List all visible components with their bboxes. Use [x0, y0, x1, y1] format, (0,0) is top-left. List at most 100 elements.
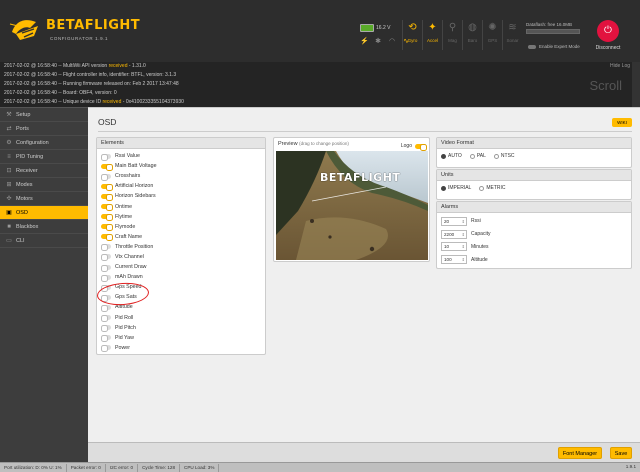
element-toggle[interactable] [101, 204, 113, 212]
page-title: OSD [98, 117, 117, 127]
radio-ntsc[interactable]: NTSC [493, 153, 515, 159]
element-label: Vtx Channel [115, 253, 144, 260]
radio-button[interactable] [469, 153, 475, 159]
radio-metric[interactable]: METRIC [479, 185, 506, 191]
element-toggle[interactable] [101, 163, 113, 171]
element-toggle[interactable] [101, 153, 111, 161]
log-text: 2017-02-02 @ 16:58:40 -- Flight controll… [4, 72, 177, 78]
sidebar-item-osd[interactable]: ▣ OSD [0, 206, 88, 220]
font-manager-button[interactable]: Font Manager [558, 447, 602, 459]
sidebar-item-ports[interactable]: ⇄ Ports [0, 122, 88, 136]
element-vtx-channel[interactable]: Vtx Channel [97, 252, 265, 262]
radio-button[interactable] [441, 185, 446, 191]
hide-log-link[interactable]: Hide Log [610, 63, 630, 69]
element-toggle[interactable] [101, 244, 111, 252]
element-label: Power [115, 344, 131, 351]
log-line: 2017-02-02 @ 16:58:40 -- MultiWii API ve… [0, 62, 632, 71]
element-rssi-value[interactable]: Rssi Value [97, 151, 265, 161]
main-content: OSD WIKI Elements Rssi Value Main Batt V… [88, 107, 640, 442]
disconnect-button[interactable]: ⏻ Disconnect [590, 20, 626, 56]
sidebar-item-setup[interactable]: ⚒ Setup [0, 108, 88, 122]
element-pid-pitch[interactable]: Pid Pitch [97, 323, 265, 333]
mag-icon: ⚲ [448, 22, 457, 33]
alarm-altitude-input[interactable]: 100 [441, 255, 467, 265]
radio-button[interactable] [441, 153, 446, 159]
sidebar-item-label: PID Tuning [16, 153, 44, 160]
alarm-capacity-input[interactable]: 2200 [441, 229, 467, 239]
radio-imperial[interactable]: IMPERIAL [441, 185, 471, 191]
wifi-icon: ◠ [388, 38, 396, 45]
radio-button[interactable] [479, 185, 485, 191]
element-ontime[interactable]: Ontime [97, 201, 265, 212]
element-toggle[interactable] [101, 254, 111, 262]
element-flytime[interactable]: Flytime [97, 212, 265, 222]
radio-auto[interactable]: AUTO [441, 153, 462, 159]
save-button[interactable]: Save [610, 447, 632, 459]
log-scrollbar[interactable] [632, 62, 640, 107]
element-label: Crosshairs [115, 173, 141, 180]
element-toggle[interactable] [101, 345, 111, 353]
element-toggle[interactable] [101, 183, 113, 191]
element-toggle[interactable] [101, 315, 111, 323]
radio-pal[interactable]: PAL [469, 153, 486, 159]
gear-icon: ⚙ [6, 139, 12, 146]
element-toggle[interactable] [101, 214, 113, 222]
element-toggle[interactable] [101, 264, 111, 272]
packet-error: Packet error: 0 [67, 463, 106, 472]
sidebar-item-modes[interactable]: ⊞ Modes [0, 178, 88, 192]
wiki-button[interactable]: WIKI [612, 118, 632, 127]
element-label: Current Draw [115, 264, 147, 271]
alarm-minutes: 10 Minutes [437, 241, 631, 254]
element-horizon-sidebars[interactable]: Horizon Sidebars [97, 191, 265, 201]
sidebar-item-label: Modes [16, 181, 33, 188]
sensor-gps: ✺ GPS [482, 20, 502, 50]
alarm-label: Capacity [471, 231, 491, 238]
element-label: Throttle Position [115, 243, 154, 250]
video-format-header: Video Format [437, 138, 631, 149]
element-artificial-horizon[interactable]: Artificial Horizon [97, 181, 265, 191]
element-power[interactable]: Power [97, 343, 265, 353]
element-toggle[interactable] [101, 304, 111, 312]
preview-title: Preview [278, 141, 298, 147]
element-pid-yaw[interactable]: Pid Yaw [97, 333, 265, 343]
log-text: - 1.31.0 [127, 63, 146, 69]
radio-button[interactable] [493, 153, 499, 159]
element-mah-drawn[interactable]: mAh Drawn [97, 272, 265, 282]
sensor-mag: ⚲ Mag [442, 20, 462, 50]
element-toggle[interactable] [101, 224, 113, 232]
logo-toggle[interactable] [415, 143, 427, 151]
sidebar-item-label: Configuration [16, 139, 49, 146]
alarm-altitude: 100 Altitude [437, 253, 631, 266]
element-current-draw[interactable]: Current Draw [97, 262, 265, 272]
sidebar-item-motors[interactable]: ✣ Motors [0, 192, 88, 206]
osd-preview-canvas[interactable]: BETAFLIGHT [276, 151, 428, 260]
alarm-rssi-input[interactable]: 20 [441, 216, 467, 226]
element-toggle[interactable] [101, 335, 111, 343]
alarm-minutes-input[interactable]: 10 [441, 242, 467, 252]
element-crosshairs[interactable]: Crosshairs [97, 171, 265, 181]
sidebar-item-configuration[interactable]: ⚙ Configuration [0, 136, 88, 150]
sidebar-item-blackbox[interactable]: ■ Blackbox [0, 220, 88, 234]
element-pid-roll[interactable]: Pid Roll [97, 313, 265, 323]
sidebar-item-receiver[interactable]: ⊡ Receiver [0, 164, 88, 178]
port-utilization: Port utilization: D: 0% U: 1% [0, 463, 67, 472]
element-toggle[interactable] [101, 274, 111, 282]
plug-icon[interactable]: ⏻ [597, 20, 619, 42]
gyro-icon: ⟲ [408, 22, 417, 33]
element-toggle[interactable] [101, 325, 111, 333]
sensor-baro: ◍ Baro [462, 20, 482, 50]
sidebar-item-pid-tuning[interactable]: ≡ PID Tuning [0, 150, 88, 164]
element-main-batt-voltage[interactable]: Main Batt Voltage [97, 161, 265, 171]
element-toggle[interactable] [101, 234, 113, 242]
element-throttle-position[interactable]: Throttle Position [97, 242, 265, 252]
radio-label: AUTO [448, 153, 462, 159]
element-flymode[interactable]: Flymode [97, 222, 265, 232]
element-toggle[interactable] [101, 193, 113, 201]
element-toggle[interactable] [101, 173, 111, 181]
expert-mode[interactable]: Enable Expert Mode [528, 44, 580, 49]
expert-mode-toggle[interactable] [528, 44, 536, 49]
element-craft-name[interactable]: Craft Name [97, 232, 265, 242]
osd-icon: ▣ [6, 209, 12, 216]
gps-icon: ✺ [488, 22, 497, 33]
sidebar-item-cli[interactable]: ▭ CLI [0, 234, 88, 248]
